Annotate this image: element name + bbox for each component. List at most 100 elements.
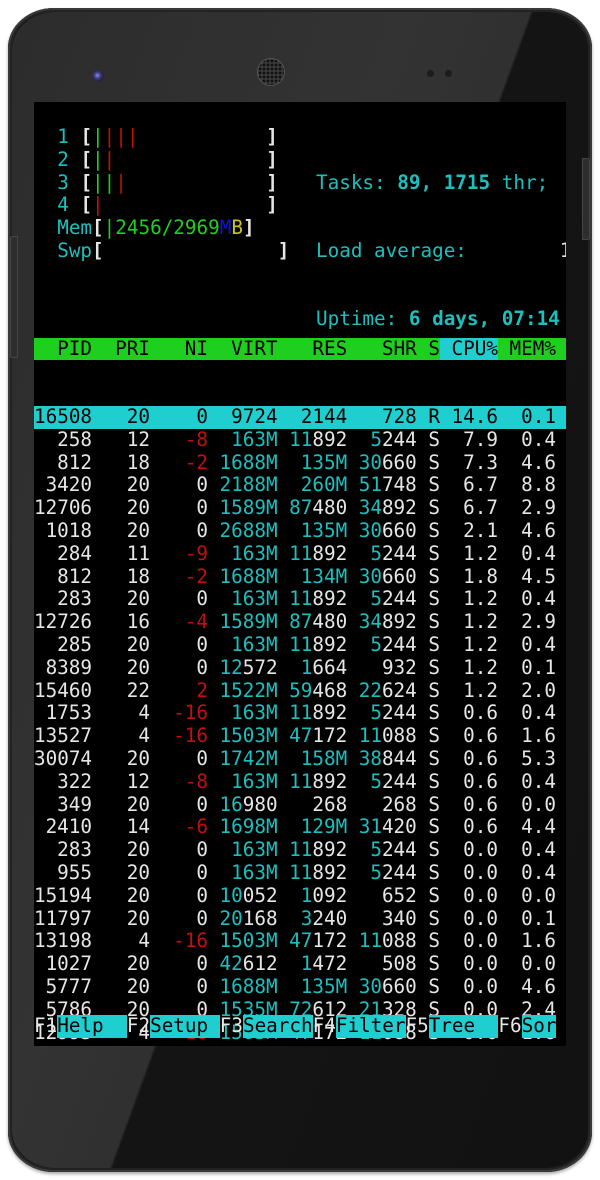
memory-bar: | bbox=[103, 216, 116, 240]
table-row[interactable]: 283 20 0 163M 11892 5244 S 1.2 0.42 bbox=[34, 587, 566, 611]
function-button-help[interactable]: Help bbox=[57, 1014, 127, 1038]
table-header: PID PRI NI VIRT RES SHR S CPU% MEM% bbox=[34, 337, 566, 361]
cell-truncated: 2 bbox=[556, 702, 566, 725]
cell-mem: 4.4 bbox=[521, 815, 556, 839]
table-row[interactable]: 8389 20 0 12572 1664 932 S 1.2 0.1 bbox=[34, 656, 566, 680]
cell-s: S bbox=[428, 838, 440, 862]
cell-cpu: 0.6 bbox=[463, 792, 498, 816]
cell-ni: 0 bbox=[196, 860, 208, 884]
cell-virt: 42612 bbox=[219, 952, 278, 976]
cell-virt: 20168 bbox=[219, 906, 278, 930]
meter-bracket-close: ] bbox=[242, 216, 255, 240]
cell-mem: 1.6 bbox=[521, 929, 556, 953]
cell-res: 11892 bbox=[289, 860, 348, 884]
table-row[interactable]: 812 18 -2 1688M 134M 30660 S 1.8 4.5 bbox=[34, 564, 566, 589]
meter-fill bbox=[104, 193, 267, 216]
column-header-ni[interactable]: NI bbox=[150, 337, 208, 361]
tasks-line: Tasks: 89, 1715 thr; bbox=[316, 171, 566, 195]
table-row[interactable]: 12726 16 -4 1589M 87480 34892 S 1.2 2.9 bbox=[34, 610, 566, 634]
cell-ni: 0 bbox=[196, 587, 208, 611]
cell-res: 1092 bbox=[300, 883, 348, 907]
cell-cpu: 0.6 bbox=[463, 746, 498, 770]
table-row[interactable]: 1018 20 0 2688M 135M 30660 S 2.1 4.63 bbox=[34, 519, 566, 543]
table-row[interactable]: 283 20 0 163M 11892 5244 S 0.0 0.42 bbox=[34, 838, 566, 862]
cell-shr: 11088 bbox=[358, 724, 417, 748]
table-row[interactable]: 16508 20 0 9724 2144 728 R 14.6 0.1 bbox=[34, 404, 566, 429]
column-header-virt[interactable]: VIRT bbox=[208, 337, 277, 361]
function-button-filter[interactable]: Filter bbox=[335, 1014, 406, 1038]
cell-mem: 0.4 bbox=[521, 701, 556, 725]
table-row[interactable]: 5777 20 0 1688M 135M 30660 S 0.0 4.6 bbox=[34, 975, 566, 999]
cell-pri: 20 bbox=[92, 1043, 150, 1046]
cell-ni: 0 bbox=[196, 496, 208, 520]
cell-ni: 0 bbox=[196, 883, 208, 907]
cell-pri: 20 bbox=[126, 632, 150, 656]
cpu-meter-label: 1 bbox=[34, 125, 81, 148]
table-row[interactable]: 15194 20 0 10052 1092 652 S 0.0 0.0 bbox=[34, 883, 566, 908]
process-table: PID PRI NI VIRT RES SHR S CPU% MEM% 16508 20 0 9724… bbox=[34, 292, 566, 1046]
cpu-bar-normal: || bbox=[92, 170, 116, 194]
power-button bbox=[582, 158, 590, 240]
cell-pid: 13198 bbox=[34, 929, 93, 953]
column-header-pid[interactable]: PID bbox=[34, 337, 92, 361]
table-row[interactable]: 12706 20 0 1589M 87480 34892 S 6.7 2.9 bbox=[34, 496, 566, 520]
function-button-sor[interactable]: Sor bbox=[521, 1014, 557, 1038]
table-row[interactable]: 3420 20 0 2188M 260M 51748 S 6.7 8.8 bbox=[34, 473, 566, 497]
table-row[interactable]: 11797 20 0 20168 3240 340 S 0.0 0.1 bbox=[34, 906, 566, 931]
table-row[interactable]: 15460 22 2 1522M 59468 22624 S 1.2 2.0 bbox=[34, 679, 566, 703]
cell-res: 2144 bbox=[300, 404, 348, 428]
function-key-bar: F1Help F2Setup F3SearchF4FilterF5Tree F6… bbox=[34, 1014, 557, 1038]
cell-cpu: 7.3 bbox=[463, 450, 498, 474]
cell-mem: 0.4 bbox=[521, 541, 556, 565]
cell-s: S bbox=[428, 564, 440, 588]
column-header-res[interactable]: RES bbox=[278, 337, 347, 361]
cell-pid: 15194 bbox=[34, 883, 93, 907]
column-header-cpu[interactable]: CPU% bbox=[439, 337, 498, 361]
table-row[interactable]: 258 12 -8 163M 11892 5244 S 7.9 0.4 bbox=[34, 428, 566, 452]
table-row[interactable]: 260200426121472508S0.00.04 bbox=[34, 1043, 566, 1046]
function-button-search[interactable]: Search bbox=[242, 1014, 313, 1038]
table-row[interactable]: 955 20 0 163M 11892 5244 S 0.0 0.42 bbox=[34, 860, 566, 885]
terminal-screen[interactable]: 1 [|||| ] 2 [|| ] 3 [||| ] 4 [| ] Mem[|2… bbox=[34, 102, 566, 1046]
table-row[interactable]: 284 11 -9 163M 11892 5244 S 1.2 0.42 bbox=[34, 541, 566, 566]
memory-unit-m: M bbox=[219, 216, 232, 240]
table-row[interactable]: 13198 4 -16 1503M 47172 11088 S 0.0 1.6 bbox=[34, 929, 566, 953]
cell-mem: 0.1 bbox=[521, 906, 556, 930]
cell-pid: 1027 bbox=[45, 952, 92, 976]
function-button-setup[interactable]: Setup bbox=[150, 1014, 220, 1038]
cell-mem: 4.5 bbox=[521, 564, 556, 588]
function-key-f3: F3 bbox=[219, 1014, 243, 1037]
function-button-tree[interactable]: Tree bbox=[428, 1014, 499, 1038]
cell-shr: 5244 bbox=[370, 860, 417, 884]
table-row[interactable]: 30074 20 0 1742M 158M 38844 S 0.6 5.3 bbox=[34, 746, 566, 771]
table-row[interactable]: 322 12 -8 163M 11892 5244 S 0.6 0.4 bbox=[34, 770, 566, 794]
cpu-bar-kernel: | bbox=[92, 193, 104, 217]
cell-mem: 2.9 bbox=[521, 496, 556, 520]
cpu-meter-4: 4 [| ] bbox=[34, 193, 289, 217]
cell-virt: 9724 bbox=[231, 404, 278, 428]
table-row[interactable]: 285 20 0 163M 11892 5244 S 1.2 0.42 bbox=[34, 632, 566, 657]
cpu-meter-1: 1 [|||| ] bbox=[34, 125, 289, 149]
memory-value: 2456/2969 bbox=[115, 216, 220, 240]
cell-res: 11892 bbox=[289, 541, 348, 565]
function-key-f5: F5 bbox=[405, 1014, 429, 1037]
table-row[interactable]: 2410 14 -6 1698M 129M 31420 S 0.6 4.4 bbox=[34, 815, 566, 839]
table-row[interactable]: 1027200426121472508S0.00.02 bbox=[34, 952, 566, 976]
cell-s: S bbox=[428, 906, 440, 930]
cell-ni: -16 bbox=[173, 724, 208, 748]
column-header-pri[interactable]: PRI bbox=[92, 337, 150, 361]
column-header-shr[interactable]: SHR bbox=[347, 337, 417, 361]
table-row[interactable]: 812 18 -2 1688M 135M 30660 S 7.3 4.6 bbox=[34, 450, 566, 475]
cell-ni: -9 bbox=[184, 541, 208, 565]
cpu-bar-kernel: | bbox=[115, 170, 127, 194]
cell-virt: 1503M bbox=[219, 724, 278, 748]
table-row[interactable]: 13527 4 -16 1503M 47172 11088 S 0.6 1.6 bbox=[34, 724, 566, 748]
table-row[interactable]: 1753 4 -16 163M 11892 5244 S 0.6 0.42 bbox=[34, 701, 566, 725]
cell-pid: 30074 bbox=[34, 746, 93, 770]
cell-ni: 0 bbox=[196, 404, 208, 428]
column-header-s[interactable]: S bbox=[417, 337, 440, 361]
cell-pid: 2410 bbox=[45, 815, 92, 839]
column-header-mem[interactable]: MEM% bbox=[498, 337, 556, 361]
cell-virt: 1589M bbox=[219, 496, 278, 520]
table-row[interactable]: 349 20 0 16980 268 268 S 0.6 0.0 bbox=[34, 792, 566, 817]
